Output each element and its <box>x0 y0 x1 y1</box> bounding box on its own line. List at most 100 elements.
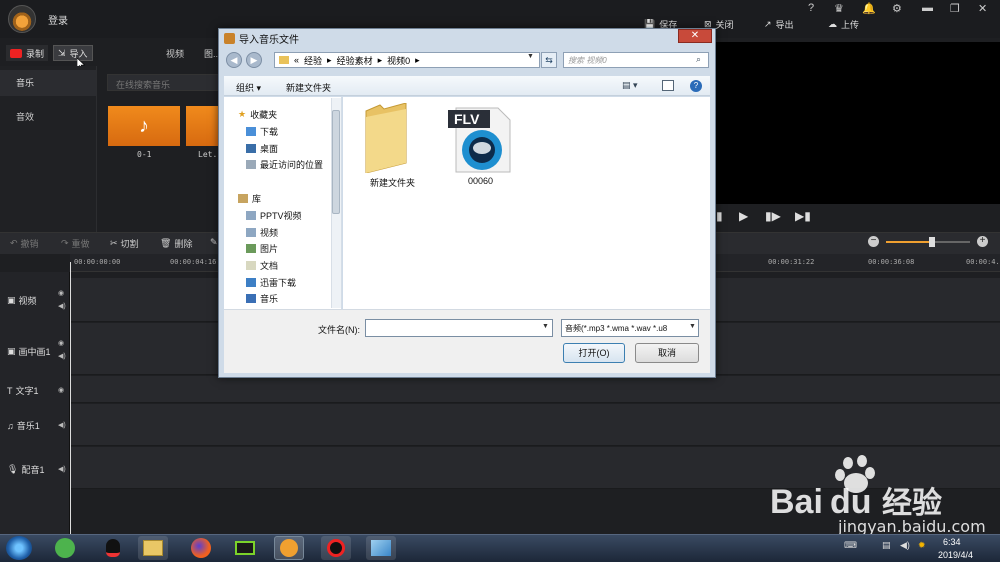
nav-desktop[interactable]: 桌面 <box>246 142 278 155</box>
video-editor-app-icon[interactable] <box>274 536 304 560</box>
zoom-slider-handle[interactable] <box>929 237 935 247</box>
music-search-input[interactable]: 在线搜索音乐 <box>107 74 227 91</box>
new-folder-button[interactable]: 新建文件夹 <box>286 81 331 94</box>
nav-music[interactable]: 音乐 <box>246 292 278 305</box>
speaker-icon[interactable]: ◀) <box>58 465 66 473</box>
chevron-down-icon[interactable]: ▼ <box>542 323 549 330</box>
forward-arrow-icon[interactable]: ▶ <box>246 52 262 68</box>
music-tile[interactable] <box>186 106 220 146</box>
open-button[interactable]: 打开(O) <box>563 343 625 363</box>
clock-date[interactable]: 2019/4/4 <box>938 550 973 560</box>
back-arrow-icon[interactable]: ◀ <box>226 52 242 68</box>
file-name[interactable]: 00060 <box>468 176 493 186</box>
cancel-button[interactable]: 取消 <box>635 343 699 363</box>
firefox-icon[interactable] <box>186 536 216 560</box>
eye-icon[interactable]: ◉ <box>58 386 64 394</box>
record-button[interactable]: 录制 <box>6 45 49 61</box>
close-icon[interactable]: ✕ <box>978 2 987 15</box>
timeline-playhead[interactable] <box>70 262 71 534</box>
skip-end-icon[interactable]: ▶▮ <box>795 209 811 223</box>
desktop-icon <box>246 144 256 153</box>
nav-documents[interactable]: 文档 <box>246 259 278 272</box>
nav-pptv[interactable]: PPTV视频 <box>246 209 302 222</box>
delete-button[interactable]: 🗑 删除 <box>160 237 192 250</box>
preview-pane-icon[interactable] <box>662 80 674 91</box>
tab-video[interactable]: 视频 <box>166 47 184 60</box>
redo-button[interactable]: ↷ 重做 <box>61 237 90 250</box>
zoom-out-icon[interactable]: − <box>868 236 879 247</box>
search-icon[interactable]: ⌕ <box>696 54 701 65</box>
svg-text:FLV: FLV <box>454 111 480 127</box>
dialog-search-input[interactable]: 搜索 视频0 <box>563 52 709 68</box>
speaker-icon[interactable]: ◀) <box>58 352 66 360</box>
clock-time[interactable]: 6:34 <box>943 537 961 547</box>
aiqiyi-icon[interactable] <box>230 536 260 560</box>
track-music[interactable] <box>70 404 1000 446</box>
video-preview[interactable] <box>715 42 1000 204</box>
nav-thunder[interactable]: 迅雷下载 <box>246 276 296 289</box>
speaker-icon[interactable]: ◀) <box>58 421 66 429</box>
bell-icon[interactable]: 🔔 <box>862 2 876 15</box>
eye-icon[interactable]: ◉ <box>58 289 64 297</box>
maximize-icon[interactable]: ❐ <box>950 2 960 15</box>
help-icon[interactable]: ? <box>690 80 702 92</box>
device-icon[interactable]: ▤ <box>882 540 891 551</box>
undo-icon: ↶ <box>10 238 18 248</box>
file-name[interactable]: 新建文件夹 <box>370 176 415 189</box>
export-button[interactable]: ↗ 导出 <box>764 18 794 31</box>
pencil-icon[interactable]: ✎ <box>210 237 218 248</box>
notepad-app-icon[interactable] <box>366 536 396 560</box>
next-frame-icon[interactable]: ▮▶ <box>765 209 781 223</box>
category-music[interactable]: 音乐 <box>0 70 96 96</box>
breadcrumb-item[interactable]: 经验素材 <box>337 54 373 67</box>
start-button-icon[interactable] <box>6 536 32 560</box>
undo-button[interactable]: ↶ 撤销 <box>10 237 39 250</box>
gear-icon[interactable]: ⚙ <box>892 2 902 15</box>
minimize-icon[interactable]: ▬ <box>922 2 933 14</box>
breadcrumb-item[interactable]: 视频0 <box>387 54 410 67</box>
screen-recorder-icon[interactable] <box>321 536 351 560</box>
flv-file-icon[interactable]: FLV <box>448 106 512 174</box>
file-explorer-icon[interactable] <box>138 536 168 560</box>
upload-button[interactable]: ☁ 上传 <box>828 18 859 31</box>
keyboard-icon[interactable]: ⌨ <box>844 540 857 551</box>
app-logo-icon[interactable] <box>8 5 36 33</box>
nav-downloads[interactable]: 下载 <box>246 125 278 138</box>
speaker-icon[interactable]: ◀) <box>58 302 66 310</box>
prev-frame-icon[interactable]: ▮ <box>716 209 723 223</box>
nav-libraries[interactable]: 库 <box>238 192 261 205</box>
refresh-icon[interactable]: ⇆ <box>541 52 557 68</box>
downloads-folder-icon <box>246 127 256 136</box>
address-bar[interactable]: « 经验 ▸ 经验素材 ▸ 视频0 ▸ <box>274 52 540 68</box>
chevron-down-icon[interactable]: ▼ <box>689 323 696 330</box>
volume-icon[interactable]: ◀) <box>900 540 910 551</box>
breadcrumb-overflow[interactable]: « <box>294 55 299 65</box>
nav-favorites[interactable]: ★ 收藏夹 <box>238 108 277 121</box>
track-text[interactable] <box>70 376 1000 403</box>
dialog-close-button[interactable]: ✕ <box>678 29 712 43</box>
organize-menu[interactable]: 组织 ▾ <box>236 81 261 94</box>
category-sound-effects[interactable]: 音效 <box>16 110 34 123</box>
zoom-in-icon[interactable]: + <box>977 236 988 247</box>
nav-videos[interactable]: 视频 <box>246 226 278 239</box>
music-tile[interactable]: ♪ <box>108 106 180 146</box>
crown-icon[interactable]: ♛ <box>834 2 844 15</box>
chevron-down-icon[interactable]: ▼ <box>527 53 534 60</box>
nav-recent[interactable]: 最近访问的位置 <box>246 158 323 171</box>
view-options-icon[interactable]: ▤ ▾ <box>622 80 638 91</box>
nav-scrollbar-thumb[interactable] <box>332 110 340 214</box>
filetype-select[interactable]: 音频(*.mp3 *.wma *.wav *.u8 <box>561 319 699 337</box>
nav-pictures[interactable]: 图片 <box>246 242 278 255</box>
cut-button[interactable]: ✂ 切割 <box>110 237 139 250</box>
import-button[interactable]: ⇲ 导入 <box>53 45 93 61</box>
eye-icon[interactable]: ◉ <box>58 339 64 347</box>
network-icon[interactable]: ✹ <box>918 540 926 551</box>
qq-icon[interactable] <box>98 536 128 560</box>
filename-input[interactable] <box>365 319 553 337</box>
play-icon[interactable]: ▶ <box>739 209 748 223</box>
folder-icon[interactable] <box>362 103 410 173</box>
help-icon[interactable]: ? <box>808 2 814 14</box>
browser-360-icon[interactable] <box>50 536 80 560</box>
login-link[interactable]: 登录 <box>48 12 68 27</box>
breadcrumb-item[interactable]: 经验 <box>304 54 322 67</box>
